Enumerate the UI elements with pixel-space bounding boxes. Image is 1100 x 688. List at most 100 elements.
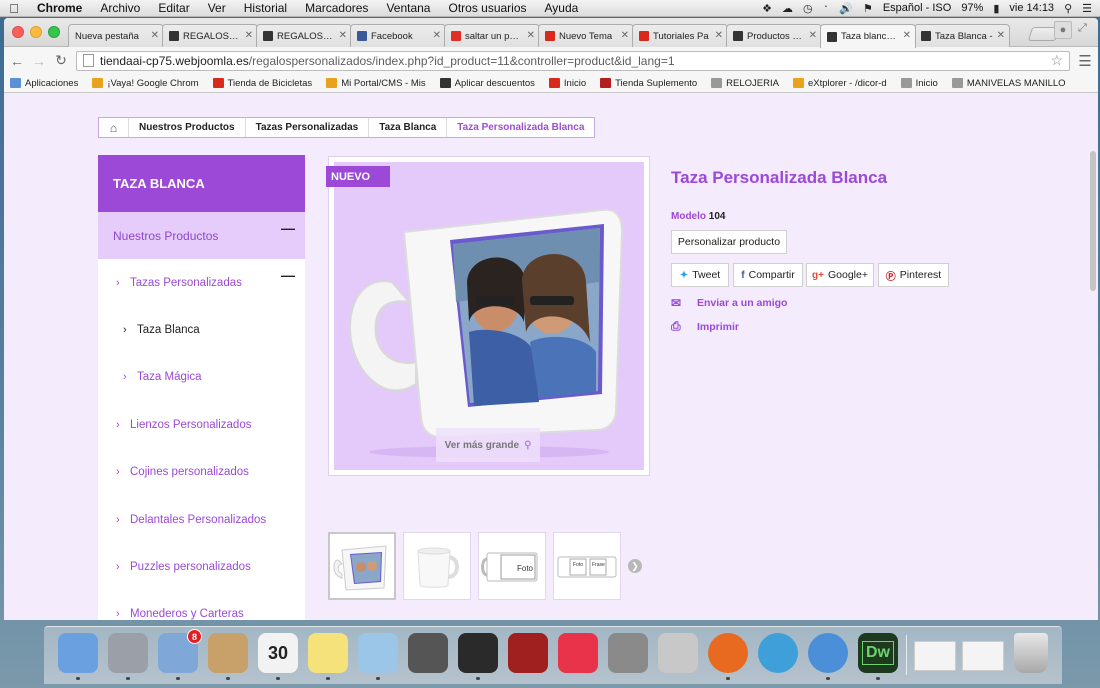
zoom-window-button[interactable] (48, 26, 60, 38)
input-source-label[interactable]: Español - ISO (883, 2, 951, 14)
notes-icon[interactable] (308, 633, 348, 673)
cloud-icon[interactable]: ☁ (782, 2, 793, 15)
sidebar-item-monederos-y-carteras[interactable]: › Monederos y Carteras (98, 591, 305, 620)
tab-close-icon[interactable]: ✕ (151, 30, 159, 41)
thumbnails-next-icon[interactable]: ❯ (628, 559, 642, 573)
app-menu[interactable]: Chrome (28, 1, 91, 15)
tab-close-icon[interactable]: ✕ (621, 30, 629, 41)
bookmark-item[interactable]: Tienda de Bicicletas (212, 78, 312, 89)
tab-close-icon[interactable]: ✕ (245, 30, 253, 41)
tab-1[interactable]: Nueva pestaña ✕ (68, 24, 164, 47)
back-icon[interactable]: ← (10, 53, 24, 69)
clock[interactable]: vie 14:13 (1009, 2, 1054, 14)
menu-ventana[interactable]: Ventana (377, 1, 439, 15)
chrome-icon[interactable] (808, 633, 848, 673)
notification-center-icon[interactable]: ☰ (1082, 2, 1092, 15)
tab-6[interactable]: Nuevo Tema ✕ (538, 24, 634, 47)
sidebar-item-delantales-personalizados[interactable]: › Delantales Personalizados (98, 496, 305, 543)
battery-percent[interactable]: 97% (961, 2, 983, 14)
sidebar-item-taza-blanca[interactable]: › Taza Blanca (98, 306, 305, 353)
tab-5[interactable]: saltar un paso ✕ (444, 24, 540, 47)
contacts-icon[interactable] (208, 633, 248, 673)
tab-9[interactable]: Taza blanca p ✕ (820, 24, 916, 48)
time-machine-icon[interactable]: ◷ (803, 2, 813, 15)
tab-close-icon[interactable]: ✕ (433, 30, 441, 41)
thumbnail-photo-mug[interactable] (328, 532, 396, 600)
bookmark-star-icon[interactable]: ☆ (1050, 52, 1063, 69)
utility-icon[interactable] (658, 633, 698, 673)
collapse-icon[interactable]: — (281, 220, 295, 236)
close-window-button[interactable] (12, 26, 24, 38)
activity-monitor-icon[interactable] (458, 633, 498, 673)
breadcrumb-taza-blanca[interactable]: Taza Blanca (369, 118, 448, 137)
facetime-icon[interactable] (408, 633, 448, 673)
bookmark-item[interactable]: Tienda Suplemento (600, 78, 697, 89)
thumbnail-template-frase[interactable]: Foto Frase (553, 532, 621, 600)
calendar-icon[interactable]: 30 (258, 633, 298, 673)
firefox-icon[interactable] (708, 633, 748, 673)
launchpad-icon[interactable] (108, 633, 148, 673)
mail-icon[interactable]: 8 (158, 629, 202, 673)
tab-2[interactable]: REGALOS PER ✕ (162, 24, 258, 47)
google-plus-button[interactable]: g+ Google+ (806, 263, 874, 287)
bookmark-item[interactable]: ¡Vaya! Google Chrom (92, 78, 199, 89)
customize-product-button[interactable]: Personalizar producto (671, 230, 787, 254)
thumbnail-template-photo[interactable]: Foto (478, 532, 546, 600)
forward-icon[interactable]: → (32, 53, 46, 69)
tab-close-icon[interactable]: ✕ (715, 30, 723, 41)
photo-booth-icon[interactable] (508, 633, 548, 673)
breadcrumb-tazas-personalizadas[interactable]: Tazas Personalizadas (246, 118, 370, 137)
itunes-icon[interactable] (558, 633, 598, 673)
minimize-window-button[interactable] (30, 26, 42, 38)
user-profile-icon[interactable]: ● (1054, 21, 1072, 39)
tab-7[interactable]: Tutoriales Pa ✕ (632, 24, 728, 47)
dropbox-icon[interactable]: ❖ (762, 2, 772, 15)
sidebar-item-taza-m-gica[interactable]: › Taza Mágica (98, 354, 305, 401)
tab-close-icon[interactable]: ✕ (809, 30, 817, 41)
bookmark-item[interactable]: Mi Portal/CMS - Mis (326, 78, 426, 89)
pinterest-button[interactable]: Ⓟ Pinterest (878, 263, 949, 287)
xcode-icon[interactable] (758, 633, 798, 673)
bookmark-item[interactable]: Aplicar descuentos (439, 78, 535, 89)
volume-icon[interactable]: 🔊 (839, 2, 853, 15)
zoom-button[interactable]: Ver más grande ⚲ (436, 428, 540, 462)
preview-icon[interactable] (358, 633, 398, 673)
sidebar-item-puzzles-personalizados[interactable]: › Puzzles personalizados (98, 543, 305, 590)
menu-marcadores[interactable]: Marcadores (296, 1, 377, 15)
trash-icon[interactable] (1014, 633, 1048, 673)
home-icon[interactable]: ⌂ (99, 118, 129, 137)
bookmark-item[interactable]: Inicio (548, 78, 586, 89)
send-to-friend-link[interactable]: ✉ Enviar a un amigo (671, 296, 787, 310)
downloads-stack-icon[interactable] (914, 641, 956, 671)
apple-menu-icon[interactable]:  (0, 1, 28, 16)
collapse-icon[interactable]: — (281, 267, 295, 283)
bluetooth-icon[interactable]: ᛫ (823, 2, 830, 14)
bookmark-item[interactable]: MANIVELAS MANILLO (951, 78, 1066, 89)
bookmark-item[interactable]: Inicio (900, 78, 938, 89)
tab-8[interactable]: Productos • M ✕ (726, 24, 822, 47)
bookmark-item[interactable]: eXtplorer - /dicor-d (792, 78, 887, 89)
menu-historial[interactable]: Historial (235, 1, 296, 15)
tab-3[interactable]: REGALOS PER ✕ (256, 24, 352, 47)
address-bar[interactable]: tiendaai-cp75.webjoomla.es/regalosperson… (76, 50, 1070, 71)
tweet-button[interactable]: ✦ Tweet (671, 263, 729, 287)
documents-stack-icon[interactable] (962, 641, 1004, 671)
dreamweaver-icon[interactable]: Dw (858, 633, 898, 673)
breadcrumb-nuestros-productos[interactable]: Nuestros Productos (129, 118, 246, 137)
chrome-menu-icon[interactable]: ☰ (1078, 52, 1092, 70)
system-preferences-icon[interactable] (608, 633, 648, 673)
finder-icon[interactable] (58, 633, 98, 673)
tab-close-icon[interactable]: ✕ (339, 30, 347, 41)
tab-close-icon[interactable]: ✕ (527, 30, 535, 41)
bookmark-item[interactable]: Aplicaciones (10, 78, 78, 89)
tab-4[interactable]: Facebook ✕ (350, 24, 446, 47)
bookmark-item[interactable]: RELOJERIA (711, 78, 779, 89)
fullscreen-icon[interactable]: ⤢ (1078, 22, 1087, 35)
menu-archivo[interactable]: Archivo (91, 1, 149, 15)
menu-editar[interactable]: Editar (149, 1, 198, 15)
battery-icon[interactable]: ▮ (993, 2, 999, 15)
menu-ayuda[interactable]: Ayuda (536, 1, 588, 15)
reload-icon[interactable]: ↻ (54, 52, 68, 69)
sidebar-item-cojines-personalizados[interactable]: › Cojines personalizados (98, 449, 305, 496)
print-link[interactable]: ⎙ Imprimir (671, 319, 739, 334)
